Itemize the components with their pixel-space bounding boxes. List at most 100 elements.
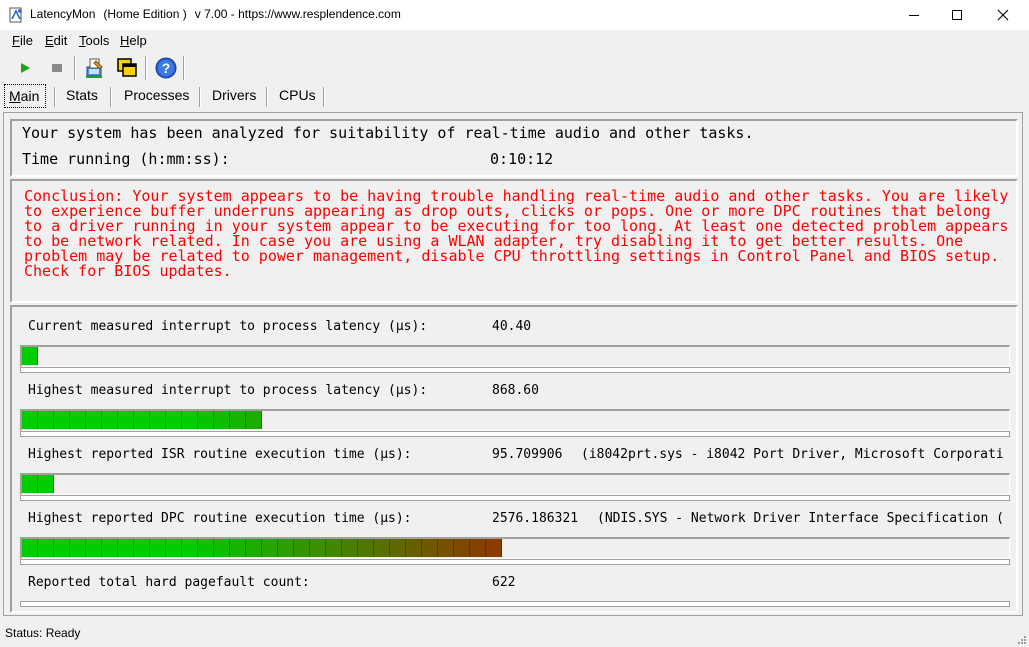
maximize-icon [952, 10, 962, 20]
main-panel: Your system has been analyzed for suitab… [3, 112, 1023, 616]
tab-drivers[interactable]: Drivers [212, 84, 256, 108]
current-latency-bar-fill [22, 347, 38, 365]
highest-latency-value: 868.60 [492, 383, 539, 398]
bar-segment [38, 475, 54, 493]
bar-underline [20, 601, 1010, 607]
window-title: LatencyMon (Home Edition ) v 7.00 - https:… [30, 7, 401, 21]
tab-cpus-accelerator: C [279, 87, 290, 103]
title-bar[interactable]: LatencyMon (Home Edition ) v 7.00 - https:… [0, 0, 1029, 30]
metrics-box: Current measured interrupt to process la… [10, 305, 1018, 613]
bar-segment [278, 539, 294, 557]
bar-segment [166, 539, 182, 557]
menu-bar: File Edit Tools Help [0, 30, 1029, 52]
tab-stats-label: tats [75, 87, 98, 103]
windows-button[interactable] [114, 55, 140, 81]
bar-segment [22, 411, 38, 429]
play-icon [21, 63, 30, 73]
minimize-button[interactable] [891, 0, 937, 30]
dpc-driver-info: (NDIS.SYS - Network Driver Interface Spe… [597, 511, 1004, 526]
maximize-button[interactable] [934, 0, 980, 30]
tab-separator [54, 87, 56, 107]
bar-underline [20, 367, 1010, 373]
tab-processes-accelerator: P [124, 87, 134, 103]
bar-segment [230, 411, 246, 429]
tab-cpus-label: PUs [289, 87, 316, 103]
toolbar-separator [74, 56, 76, 80]
dpc-time-bar [20, 537, 1010, 559]
stop-button[interactable] [44, 55, 70, 81]
menu-tools[interactable]: Tools [79, 33, 109, 48]
help-icon: ? [155, 57, 177, 79]
analysis-summary-text: Your system has been analyzed for suitab… [22, 124, 754, 142]
close-button[interactable] [980, 0, 1026, 30]
highest-latency-label: Highest measured interrupt to process la… [28, 383, 428, 398]
report-button[interactable] [82, 55, 108, 81]
bar-segment [38, 411, 54, 429]
isr-time-bar [20, 473, 1010, 495]
menu-file-label: ile [19, 33, 33, 48]
tab-cpus[interactable]: CPUs [279, 84, 316, 108]
resize-grip-icon[interactable] [1015, 633, 1027, 645]
current-latency-bar [20, 345, 1010, 367]
toolbar-separator [183, 56, 185, 80]
current-latency-value: 40.40 [492, 319, 532, 334]
time-running-label: Time running (h:mm:ss): [22, 150, 230, 168]
isr-time-label: Highest reported ISR routine execution t… [28, 447, 412, 462]
menu-edit[interactable]: Edit [45, 33, 67, 48]
tab-main[interactable]: Main [4, 84, 46, 108]
tab-separator [323, 87, 325, 107]
bar-segment [310, 539, 326, 557]
menu-file[interactable]: File [12, 33, 33, 48]
tab-drivers-label: rivers [222, 87, 257, 103]
toolbar: ? [0, 53, 1029, 85]
bar-segment [102, 539, 118, 557]
bar-segment [118, 539, 134, 557]
menu-help-accelerator: H [120, 33, 130, 48]
bar-segment [486, 539, 502, 557]
tab-main-label: ain [20, 88, 40, 104]
minimize-icon [909, 15, 919, 16]
menu-tools-label: ools [85, 33, 110, 48]
tab-separator [110, 87, 112, 107]
bar-segment [70, 539, 86, 557]
bar-segment [150, 539, 166, 557]
bar-segment [294, 539, 310, 557]
bar-segment [38, 539, 54, 557]
help-button[interactable]: ? [153, 55, 179, 81]
menu-help[interactable]: Help [120, 33, 147, 48]
close-icon [997, 9, 1009, 21]
menu-help-label: elp [129, 33, 147, 48]
report-icon [86, 58, 103, 78]
bar-segment [326, 539, 342, 557]
start-button[interactable] [12, 55, 38, 81]
bar-segment [422, 539, 438, 557]
dpc-time-label: Highest reported DPC routine execution t… [28, 511, 412, 526]
bar-segment [70, 411, 86, 429]
bar-segment [374, 539, 390, 557]
bar-segment [182, 411, 198, 429]
tab-processes[interactable]: Processes [124, 84, 189, 108]
bar-segment [22, 347, 38, 365]
bar-segment [134, 411, 150, 429]
bar-segment [246, 539, 262, 557]
windows-icon [117, 58, 137, 77]
status-text: Status: Ready [5, 626, 81, 640]
bar-segment [358, 539, 374, 557]
app-version: v 7.00 - https://www.resplendence.com [194, 7, 401, 21]
bar-segment [230, 539, 246, 557]
bar-segment [246, 411, 262, 429]
bar-segment [118, 411, 134, 429]
app-name: LatencyMon [30, 7, 96, 21]
bar-segment [390, 539, 406, 557]
bar-segment [22, 539, 38, 557]
isr-time-bar-fill [22, 475, 54, 493]
app-window: LatencyMon (Home Edition ) v 7.00 - https:… [0, 0, 1029, 647]
app-edition: (Home Edition ) [103, 7, 187, 21]
menu-edit-label: dit [53, 33, 68, 48]
tab-drivers-accelerator: D [212, 87, 223, 103]
menu-file-accelerator: F [12, 33, 20, 48]
bar-segment [54, 539, 70, 557]
bar-segment [134, 539, 150, 557]
tab-processes-label: rocesses [133, 87, 190, 103]
tab-stats[interactable]: Stats [66, 84, 98, 108]
